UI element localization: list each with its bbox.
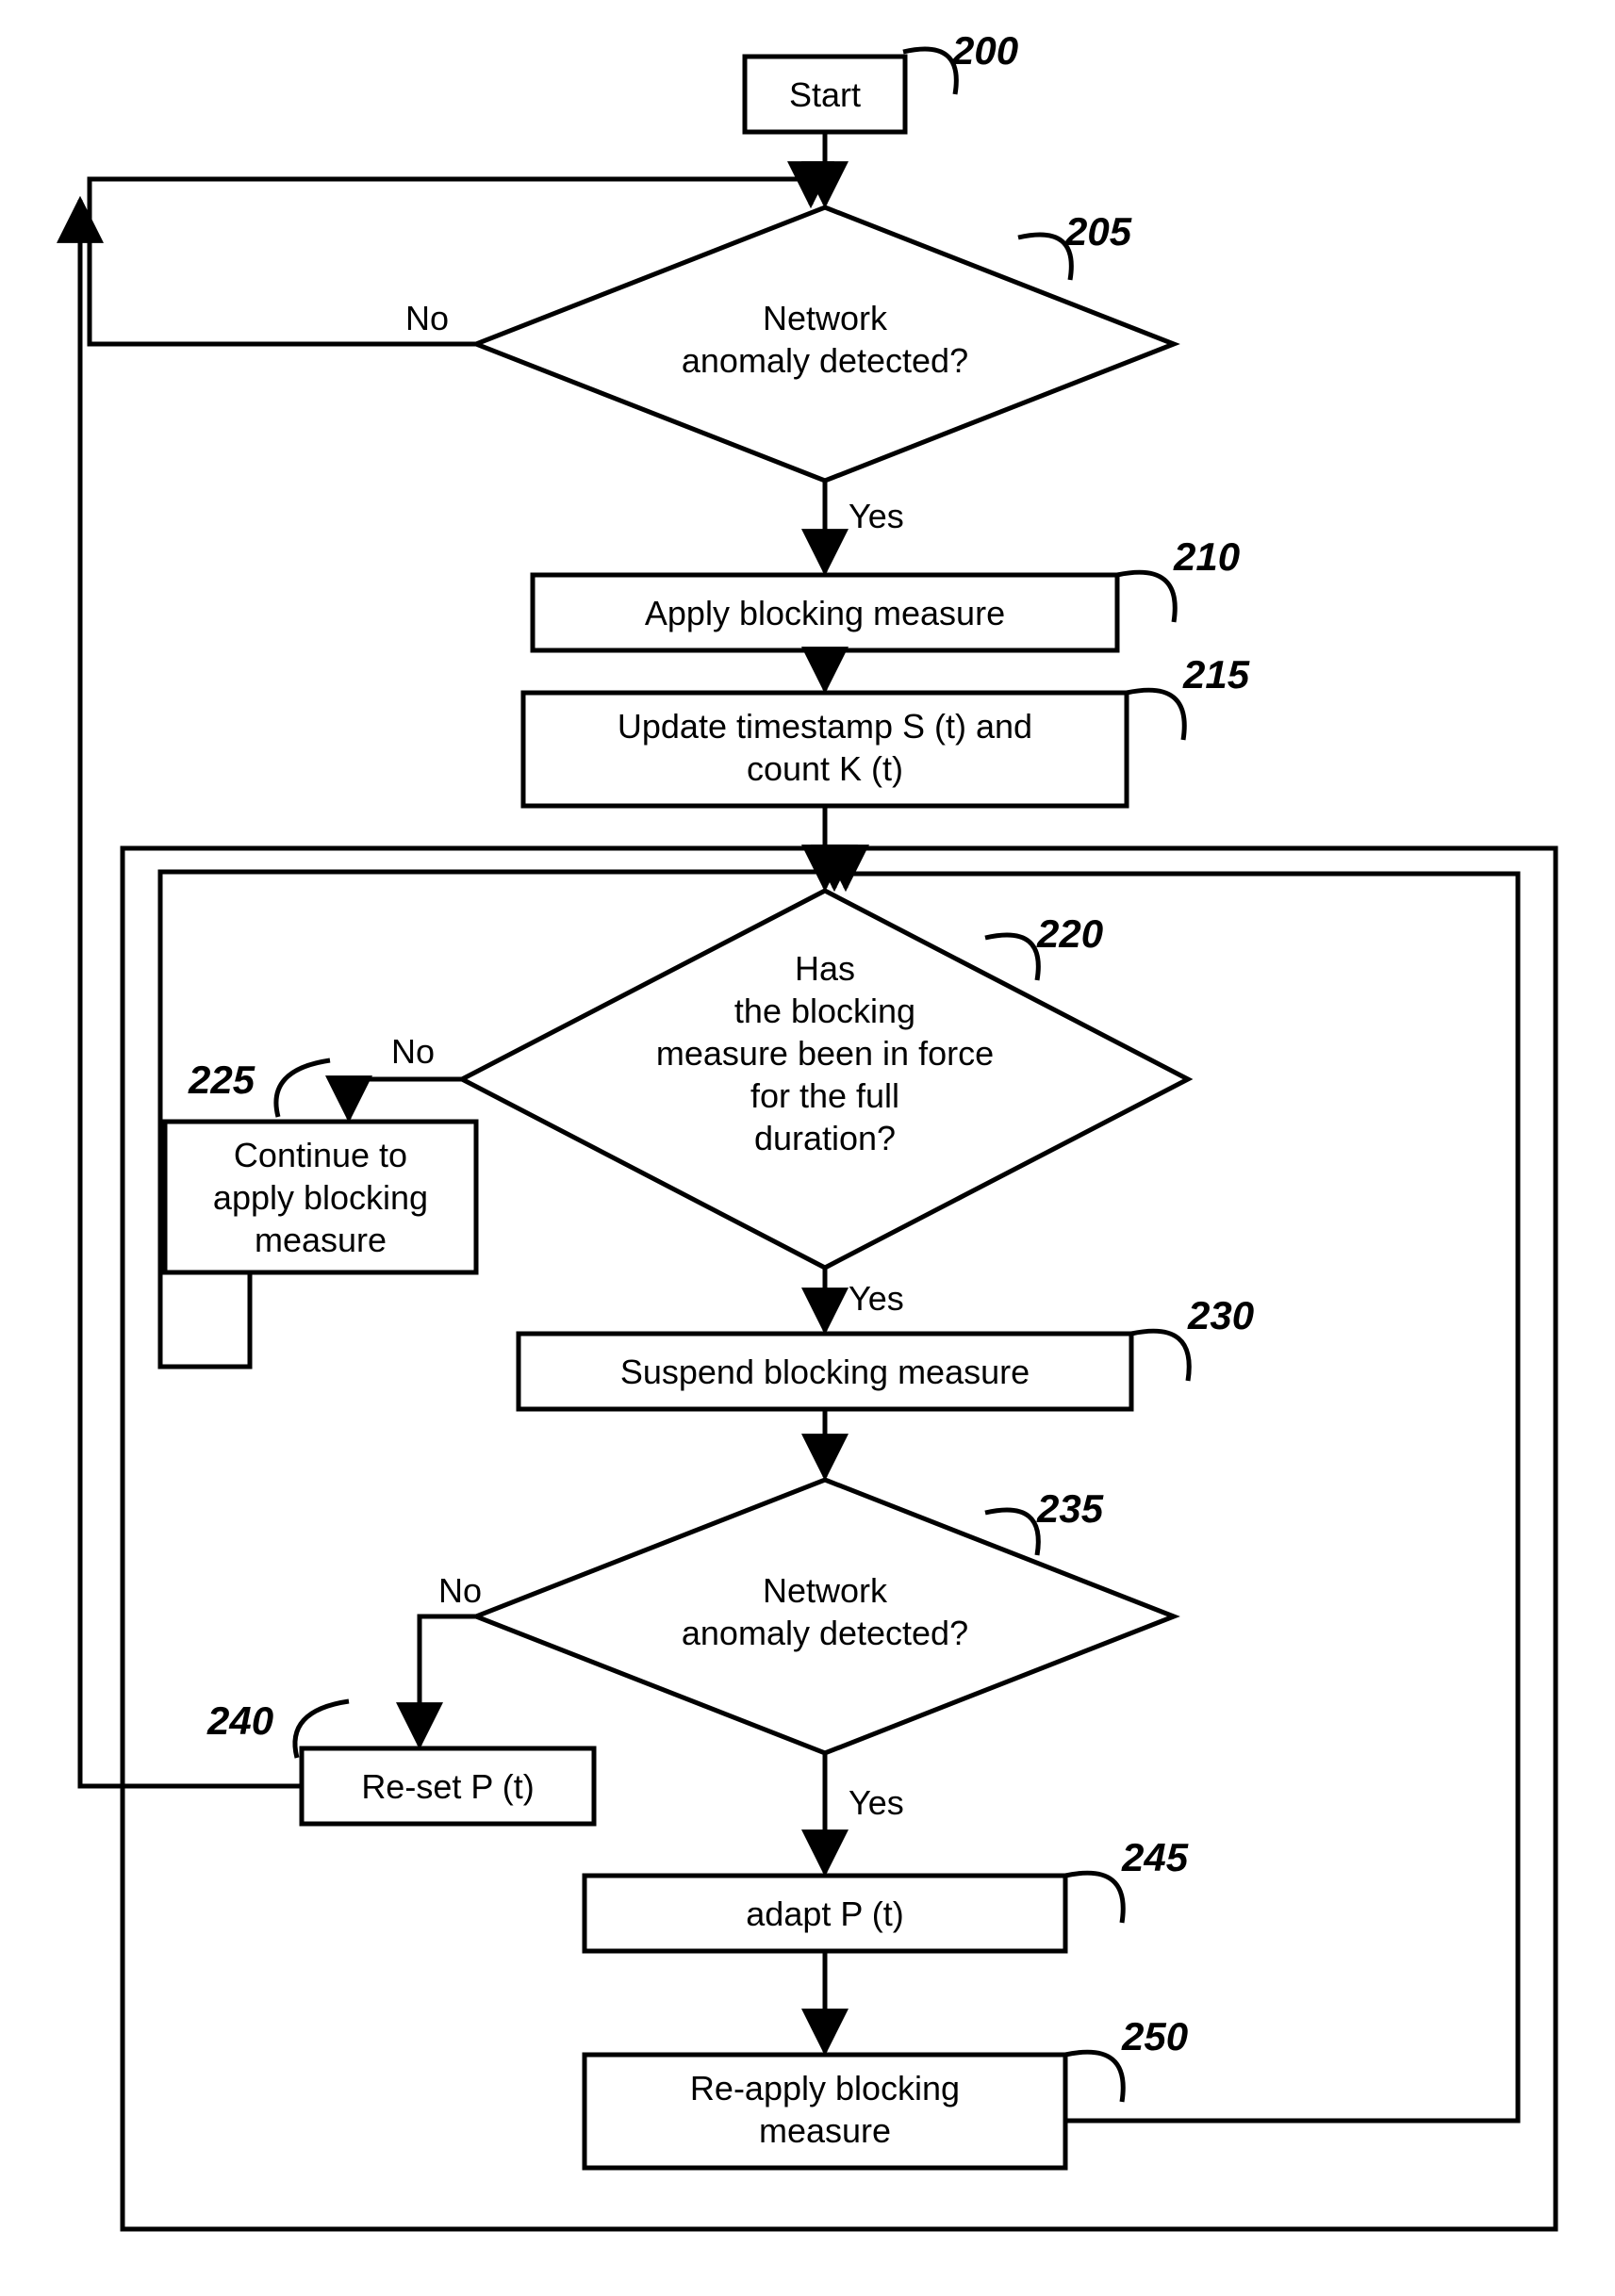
b250-l2: measure xyxy=(759,2111,891,2150)
b210-label: 210 xyxy=(1173,534,1240,579)
node-start-label: 200 xyxy=(951,28,1018,73)
d235-label: 235 xyxy=(1036,1486,1104,1531)
b240-l1: Re-set P (t) xyxy=(361,1767,534,1806)
b225-l1: Continue to xyxy=(234,1136,407,1174)
edge-235-yes-label: Yes xyxy=(849,1783,904,1822)
d220-l3: measure been in force xyxy=(656,1034,994,1073)
b215-label: 215 xyxy=(1182,652,1250,697)
edge-205-no-label: No xyxy=(405,299,449,337)
d205-line1: Network xyxy=(763,299,888,337)
node-b210: Apply blocking measure 210 xyxy=(533,534,1240,650)
d205-label: 205 xyxy=(1064,209,1132,254)
b240-label: 240 xyxy=(206,1698,273,1743)
d220-l2: the blocking xyxy=(734,992,915,1030)
b225-l3: measure xyxy=(255,1221,387,1259)
b230-l1: Suspend blocking measure xyxy=(620,1353,1030,1391)
edge-220-no-label: No xyxy=(391,1032,435,1071)
b215-line1: Update timestamp S (t) and xyxy=(618,707,1032,746)
d235-l1: Network xyxy=(763,1571,888,1610)
node-d205: Network anomaly detected? 205 xyxy=(476,207,1174,481)
b250-label: 250 xyxy=(1121,2014,1188,2058)
b225-l2: apply blocking xyxy=(213,1178,428,1217)
d220-l5: duration? xyxy=(754,1119,896,1157)
d220-label: 220 xyxy=(1036,911,1103,956)
edge-205-yes-label: Yes xyxy=(849,497,904,535)
b225-label: 225 xyxy=(188,1058,255,1102)
b215-line2: count K (t) xyxy=(747,749,903,788)
b210-line1: Apply blocking measure xyxy=(645,594,1005,632)
d205-line2: anomaly detected? xyxy=(682,341,968,380)
b245-label: 245 xyxy=(1121,1835,1189,1879)
d220-l1: Has xyxy=(795,949,855,988)
edge-220-yes-label: Yes xyxy=(849,1279,904,1318)
b230-label: 230 xyxy=(1187,1293,1254,1337)
node-start-text: Start xyxy=(789,75,861,114)
node-b215: Update timestamp S (t) and count K (t) 2… xyxy=(523,652,1250,806)
edge-235-no-label: No xyxy=(438,1571,482,1610)
d220-l4: for the full xyxy=(750,1076,899,1115)
d235-l2: anomaly detected? xyxy=(682,1614,968,1652)
flowchart: Start 200 Network anomaly detected? 205 … xyxy=(0,0,1615,2296)
b245-l1: adapt P (t) xyxy=(746,1894,903,1933)
node-start: Start 200 xyxy=(745,28,1018,132)
b250-l1: Re-apply blocking xyxy=(690,2069,960,2107)
